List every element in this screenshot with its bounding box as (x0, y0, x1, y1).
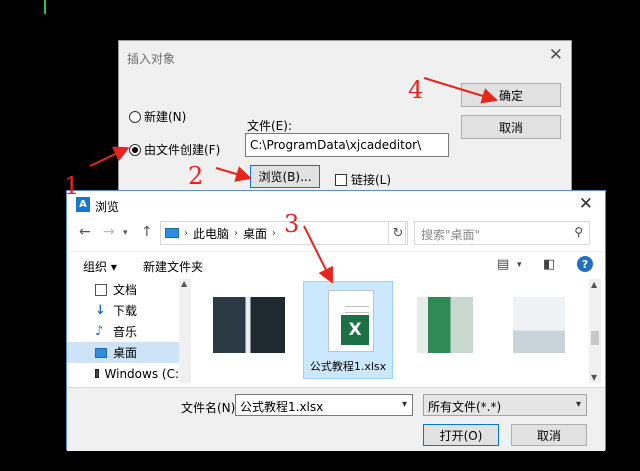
search-icon: ⚲ (574, 225, 583, 239)
background-mark (44, 0, 46, 14)
excel-file-icon: X (328, 290, 374, 352)
browse-titlebar: A 浏览 ✕ (67, 191, 605, 219)
chevron-right-icon: › (184, 227, 188, 239)
insert-object-dialog: 插入对象 ✕ 新建(N) 由文件创建(F) 文件(E): C:\ProgramD… (118, 40, 572, 202)
filetype-value: 所有文件(*.*) (428, 400, 502, 414)
filename-label: 文件名(N): (181, 401, 240, 415)
file-item[interactable] (403, 281, 493, 379)
open-button[interactable]: 打开(O) (423, 424, 499, 446)
help-icon[interactable]: ? (577, 256, 593, 272)
browse-cancel-button[interactable]: 取消 (511, 424, 587, 446)
filetype-select[interactable]: 所有文件(*.*) ▾ (423, 394, 587, 416)
chevron-down-icon: ▾ (575, 399, 581, 410)
sidebar-item-windows-c[interactable]: Windows (C: (67, 363, 179, 384)
browse-button[interactable]: 浏览(B)... (250, 165, 320, 188)
blurred-thumbnail (213, 297, 285, 353)
sidebar-scrollbar[interactable]: ▲ (179, 279, 191, 383)
file-item[interactable] (203, 281, 293, 379)
file-path-input[interactable]: C:\ProgramData\xjcadeditor\ (245, 133, 449, 157)
file-item-selected[interactable]: X 公式教程1.xlsx (303, 281, 393, 379)
view-dropdown-icon[interactable]: ▾ (517, 260, 522, 270)
view-icon[interactable]: ▤ (497, 257, 509, 272)
sidebar-item-label: 桌面 (113, 346, 138, 360)
search-placeholder: 搜索"桌面" (421, 228, 481, 242)
ok-button[interactable]: 确定 (461, 83, 561, 107)
drive-icon (95, 369, 99, 378)
sidebar-item-label: 文档 (113, 283, 138, 297)
sidebar-item-downloads[interactable]: ↓ 下载 (67, 300, 179, 321)
document-icon (95, 283, 107, 296)
browse-dialog: A 浏览 ✕ ← → ▾ ↑ › 此电脑 › 桌面 › ↻ 搜索"桌面" ⚲ 组… (66, 190, 606, 451)
browse-dialog-title: 浏览 (95, 200, 120, 214)
annotation-1: 1 (64, 172, 80, 200)
close-icon[interactable]: ✕ (549, 45, 563, 65)
download-icon: ↓ (95, 303, 106, 318)
annotation-2: 2 (188, 162, 204, 190)
radio-create-from-file-label: 由文件创建(F) (144, 143, 221, 157)
sidebar-item-desktop[interactable]: 桌面 (67, 342, 179, 363)
radio-create-new-label: 新建(N) (144, 110, 187, 124)
navigation-bar: ← → ▾ ↑ › 此电脑 › 桌面 › ↻ 搜索"桌面" ⚲ (67, 221, 605, 247)
new-folder-button[interactable]: 新建文件夹 (143, 258, 203, 275)
music-icon: ♪ (95, 324, 104, 339)
blurred-thumbnail (513, 297, 565, 353)
scroll-thumb[interactable] (591, 331, 599, 345)
search-input[interactable]: 搜索"桌面" ⚲ (414, 221, 590, 245)
sidebar-item-documents[interactable]: 文档 (67, 279, 179, 300)
file-list: X 公式教程1.xlsx ▲ ▼ (195, 279, 601, 383)
sidebar-item-label: Windows (C: (104, 366, 179, 381)
annotation-4: 4 (408, 76, 424, 104)
checkbox-icon (335, 173, 347, 186)
sidebar-item-music[interactable]: ♪ 音乐 (67, 321, 179, 342)
chevron-down-icon[interactable]: ▾ (402, 399, 407, 410)
refresh-icon[interactable]: ↻ (388, 221, 408, 245)
scroll-up-icon[interactable]: ▲ (181, 279, 187, 288)
link-checkbox-label: 链接(L) (351, 173, 392, 187)
radio-icon (129, 110, 141, 123)
back-arrow-icon[interactable]: ← (79, 224, 91, 240)
blurred-thumbnail (417, 297, 473, 353)
computer-icon (165, 228, 179, 238)
filename-input[interactable]: 公式教程1.xlsx ▾ (235, 394, 413, 416)
close-icon[interactable]: ✕ (579, 194, 593, 214)
address-bar[interactable]: › 此电脑 › 桌面 › (160, 221, 406, 245)
sidebar-item-label: 下载 (113, 304, 138, 318)
sidebar-item-label: 音乐 (113, 325, 138, 339)
scroll-down-icon[interactable]: ▼ (591, 373, 597, 382)
filename-value: 公式教程1.xlsx (240, 400, 324, 414)
desktop-icon (95, 347, 107, 358)
browse-footer: 文件名(N): 公式教程1.xlsx ▾ 所有文件(*.*) ▾ 打开(O) 取… (67, 387, 605, 451)
preview-pane-icon[interactable]: ◧ (543, 257, 555, 272)
breadcrumb-desktop[interactable]: 桌面 (243, 225, 267, 242)
breadcrumb-this-pc[interactable]: 此电脑 (193, 225, 229, 242)
up-arrow-icon[interactable]: ↑ (141, 224, 153, 240)
chevron-right-icon: › (272, 227, 277, 239)
organize-menu[interactable]: 组织 ▾ (83, 258, 117, 275)
file-list-scrollbar[interactable]: ▲ ▼ (589, 279, 601, 383)
radio-create-from-file[interactable]: 由文件创建(F) (129, 141, 220, 158)
recent-dropdown-icon[interactable]: ▾ (123, 228, 128, 238)
browse-toolbar: 组织 ▾ 新建文件夹 ▤ ▾ ◧ ? (67, 251, 605, 277)
navigation-pane: 文档 ↓ 下载 ♪ 音乐 桌面 Windows (C: ▲ (67, 279, 191, 383)
radio-checked-icon (129, 143, 141, 156)
insert-dialog-title: 插入对象 (127, 52, 176, 66)
scroll-up-icon[interactable]: ▲ (591, 280, 597, 289)
annotation-3: 3 (284, 210, 300, 238)
chevron-right-icon: › (234, 227, 239, 239)
radio-create-new[interactable]: 新建(N) (129, 108, 186, 125)
file-item[interactable] (493, 281, 583, 379)
link-checkbox[interactable]: 链接(L) (335, 171, 391, 188)
forward-arrow-icon[interactable]: → (103, 224, 115, 240)
excel-logo-icon: X (341, 315, 369, 345)
file-label: 文件(E): (247, 119, 292, 133)
file-name-caption: 公式教程1.xlsx (309, 360, 387, 373)
insert-cancel-button[interactable]: 取消 (461, 115, 561, 139)
